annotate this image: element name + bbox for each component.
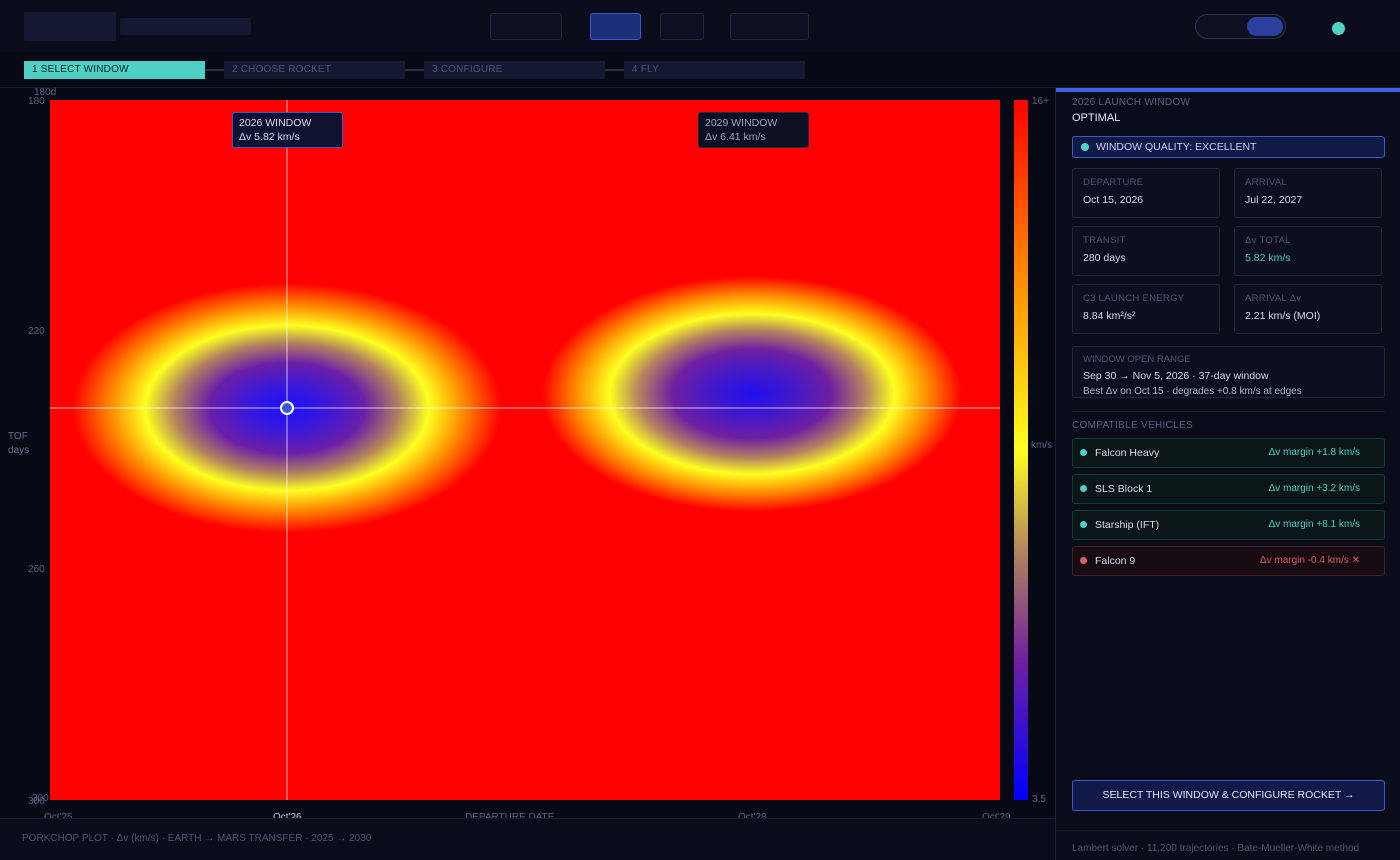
- window-2029-tooltip[interactable]: 2029 WINDOW Δv 6.41 km/s: [698, 112, 809, 148]
- card-value: 8.84 km²/s²: [1083, 310, 1136, 322]
- step-bar: 1 SELECT WINDOW 2 CHOOSE ROCKET 3 CONFIG…: [0, 52, 1400, 88]
- plot-caption: PORKCHOP PLOT · Δv (km/s) · EARTH → MARS…: [22, 833, 372, 844]
- select-window-button[interactable]: SELECT THIS WINDOW & CONFIGURE ROCKET →: [1072, 780, 1385, 811]
- mode-toggle[interactable]: [1195, 14, 1286, 39]
- y-tick: 260: [28, 564, 45, 575]
- colorbar-min: 3.5: [1032, 794, 1046, 805]
- card-label: DEPARTURE: [1083, 177, 1144, 188]
- y-tick: 180: [28, 96, 45, 107]
- card-label: WINDOW OPEN RANGE: [1083, 354, 1191, 365]
- step-select-window[interactable]: 1 SELECT WINDOW: [24, 61, 205, 79]
- tooltip-dv: Δv 5.82 km/s: [239, 131, 300, 143]
- compatible-dot-icon: [1080, 521, 1087, 528]
- vehicle-item-starship[interactable]: Starship (IFT) Δv margin +8.1 km/s: [1072, 510, 1385, 540]
- card-label: Δv TOTAL: [1245, 235, 1291, 246]
- step-choose-rocket[interactable]: 2 CHOOSE ROCKET: [224, 61, 405, 79]
- plot-footer: PORKCHOP PLOT · Δv (km/s) · EARTH → MARS…: [0, 818, 1055, 860]
- app-name-placeholder: [120, 18, 251, 35]
- y-tick: 300: [28, 796, 45, 807]
- card-value: 280 days: [1083, 252, 1126, 264]
- vehicle-margin: Δv margin -0.4 km/s ✕: [1259, 555, 1360, 566]
- card-subtext: Best Δv on Oct 15 · degrades +0.8 km/s a…: [1083, 386, 1302, 397]
- vehicle-margin: Δv margin +3.2 km/s: [1268, 483, 1360, 494]
- card-value: Oct 15, 2026: [1083, 194, 1144, 206]
- compatible-dot-icon: [1080, 485, 1087, 492]
- arrival-card: ARRIVAL Jul 22, 2027: [1234, 168, 1382, 218]
- vehicle-name: Falcon Heavy: [1095, 447, 1160, 459]
- tooltip-dv: Δv 6.41 km/s: [705, 131, 766, 143]
- divider: [1072, 411, 1385, 412]
- vehicle-margin: Δv margin +1.8 km/s: [1268, 447, 1360, 458]
- vehicle-name: Falcon 9: [1095, 555, 1136, 567]
- card-value: Sep 30 → Nov 5, 2026 · 37-day window: [1083, 370, 1269, 382]
- porkchop-plot-panel: 180d 180 220 260 300 300 Oct'25 Oct'26 D…: [0, 87, 1055, 823]
- colorbar: [1014, 100, 1028, 800]
- card-label: ARRIVAL: [1245, 177, 1288, 188]
- quality-text: WINDOW QUALITY: EXCELLENT: [1096, 141, 1257, 153]
- dv-total-card: Δv TOTAL 5.82 km/s: [1234, 226, 1382, 276]
- toggle-knob: [1247, 17, 1283, 36]
- porkchop-plot[interactable]: [0, 88, 1055, 818]
- c3-card: C3 LAUNCH ENERGY 8.84 km²/s²: [1072, 284, 1220, 334]
- nav-button-4[interactable]: [730, 13, 809, 40]
- panel-kicker: 2026 LAUNCH WINDOW: [1072, 97, 1191, 108]
- transit-card: TRANSIT 280 days: [1072, 226, 1220, 276]
- card-value: 5.82 km/s: [1245, 252, 1291, 264]
- top-bar: [0, 0, 1400, 52]
- card-label: ARRIVAL Δv: [1245, 293, 1302, 304]
- y-axis-label-line1: TOF: [8, 431, 28, 442]
- colorbar-unit: km/s: [1031, 440, 1053, 451]
- vehicle-item-sls-block-1[interactable]: SLS Block 1 Δv margin +3.2 km/s: [1072, 474, 1385, 504]
- colorbar-max: 16+: [1032, 96, 1049, 107]
- quality-dot-icon: [1081, 143, 1089, 151]
- vehicle-name: Starship (IFT): [1095, 519, 1160, 531]
- card-value: 2.21 km/s (MOI): [1245, 310, 1321, 322]
- window-2029-contour[interactable]: [542, 276, 962, 512]
- compatible-dot-icon: [1080, 449, 1087, 456]
- step-configure[interactable]: 3 CONFIGURE: [424, 61, 605, 79]
- card-value: Jul 22, 2027: [1245, 194, 1303, 206]
- selected-point-marker[interactable]: [280, 401, 294, 415]
- app-logo: [24, 12, 116, 41]
- nav-button-2[interactable]: [590, 13, 641, 40]
- incompatible-dot-icon: [1080, 557, 1087, 564]
- panel-footer: Lambert solver · 11,200 trajectories · B…: [1056, 830, 1400, 860]
- step-connector: [405, 69, 424, 71]
- y-axis-label-line2: days: [8, 445, 30, 456]
- vehicle-item-falcon-9[interactable]: Falcon 9 Δv margin -0.4 km/s ✕: [1072, 546, 1385, 576]
- y-axis-label: TOF days: [8, 430, 29, 458]
- step-connector: [605, 69, 624, 71]
- status-indicator: [1332, 22, 1345, 35]
- card-label: C3 LAUNCH ENERGY: [1083, 293, 1185, 304]
- nav-button-3[interactable]: [660, 13, 704, 40]
- step-connector: [205, 69, 224, 71]
- nav-button-1[interactable]: [490, 13, 562, 40]
- step-fly[interactable]: 4 FLY: [624, 61, 805, 79]
- arrival-dv-card: ARRIVAL Δv 2.21 km/s (MOI): [1234, 284, 1382, 334]
- panel-accent-bar: [1056, 88, 1400, 92]
- window-quality-badge: WINDOW QUALITY: EXCELLENT: [1072, 136, 1385, 158]
- solver-caption: Lambert solver · 11,200 trajectories · B…: [1072, 843, 1360, 854]
- vehicle-margin: Δv margin +8.1 km/s: [1268, 519, 1360, 530]
- window-range-card: WINDOW OPEN RANGE Sep 30 → Nov 5, 2026 ·…: [1072, 346, 1385, 398]
- window-2026-tooltip[interactable]: 2026 WINDOW Δv 5.82 km/s: [232, 112, 343, 148]
- panel-title: OPTIMAL: [1072, 112, 1121, 124]
- vehicles-section-label: COMPATIBLE VEHICLES: [1072, 420, 1193, 431]
- window-detail-panel: 2026 LAUNCH WINDOW OPTIMAL WINDOW QUALIT…: [1055, 88, 1400, 860]
- departure-card: DEPARTURE Oct 15, 2026: [1072, 168, 1220, 218]
- card-label: TRANSIT: [1083, 235, 1126, 246]
- tooltip-title: 2029 WINDOW: [705, 117, 778, 129]
- vehicle-item-falcon-heavy[interactable]: Falcon Heavy Δv margin +1.8 km/s: [1072, 438, 1385, 468]
- tooltip-title: 2026 WINDOW: [239, 117, 312, 129]
- vehicle-name: SLS Block 1: [1095, 483, 1153, 495]
- y-tick: 220: [28, 326, 45, 337]
